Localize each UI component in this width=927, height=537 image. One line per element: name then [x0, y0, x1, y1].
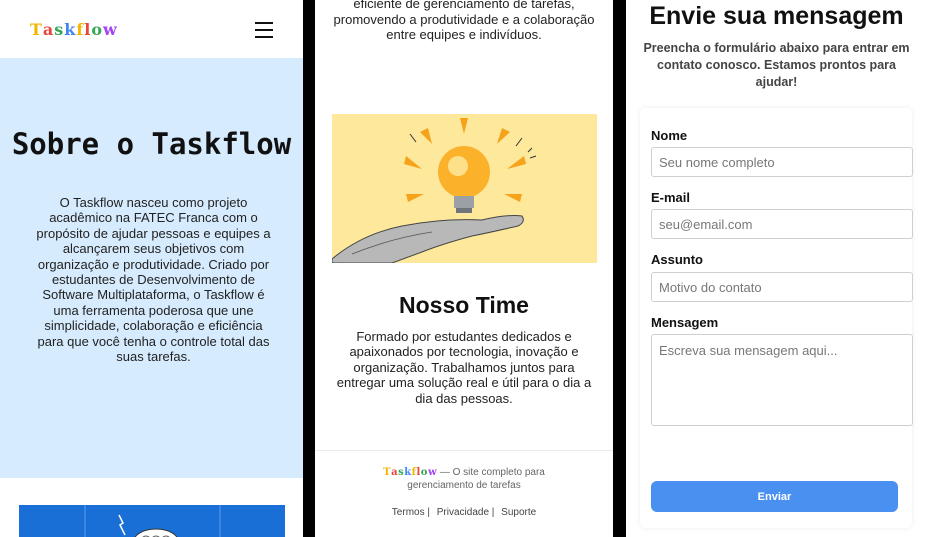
email-label: E-mail: [651, 190, 691, 205]
logo-letter: w: [427, 467, 438, 478]
footer-link-suporte[interactable]: Suporte: [501, 507, 536, 518]
message-textarea[interactable]: [651, 334, 913, 426]
logo-letter: T: [30, 19, 43, 39]
footer-link-termos[interactable]: Termos |: [392, 507, 430, 518]
footer-tagline-text-2: gerenciamento de tarefas: [407, 480, 521, 491]
logo-letter: w: [103, 19, 118, 39]
subject-label: Assunto: [651, 252, 703, 267]
team-title: Nosso Time: [399, 292, 529, 318]
site-footer: Taskflow — O site completo para gerencia…: [315, 450, 613, 537]
logo-letter: T: [383, 467, 392, 478]
contact-title: Envie sua mensagem: [649, 2, 904, 30]
footer-link-privacidade[interactable]: Privacidade |: [437, 507, 495, 518]
message-label: Mensagem: [651, 315, 719, 330]
name-input[interactable]: [651, 147, 913, 177]
logo-letter: a: [391, 467, 399, 478]
taskflow-logo[interactable]: Taskflow: [30, 20, 118, 39]
contact-subtitle: Preencha o formulário abaixo para entrar…: [643, 41, 910, 89]
footer-logo[interactable]: Taskflow: [383, 467, 437, 478]
lightbulb-hand-illustration: [332, 114, 597, 263]
footer-tagline: Taskflow — O site completo para: [315, 467, 613, 478]
logo-letter: k: [404, 467, 412, 478]
contact-form: Nome E-mail Assunto Mensagem Enviar: [640, 108, 913, 528]
team-page-panel: eficiente de gerenciamento de tarefas, p…: [315, 0, 613, 537]
subject-input[interactable]: [651, 272, 913, 302]
contact-page-panel: Envie sua mensagem Preencha o formulário…: [626, 0, 927, 537]
hamburger-menu-icon[interactable]: [255, 22, 273, 38]
email-input[interactable]: [651, 209, 913, 239]
logo-letter: a: [42, 19, 55, 39]
logo-letter: l: [84, 19, 92, 39]
send-button[interactable]: Enviar: [651, 481, 898, 512]
logo-letter: k: [64, 19, 77, 39]
top-navbar: Taskflow: [0, 0, 303, 58]
about-description: O Taskflow nasceu como projeto acadêmico…: [36, 195, 271, 365]
about-page-panel: Taskflow Sobre o Taskflow O Taskflow nas…: [0, 0, 303, 537]
about-title: Sobre o Taskflow: [11, 127, 292, 161]
brain-illustration-image: [19, 505, 285, 537]
logo-letter: f: [76, 19, 85, 39]
footer-tagline-text-1: — O site completo para: [439, 467, 545, 478]
team-description: Formado por estudantes dedicados e apaix…: [336, 329, 592, 406]
logo-letter: s: [54, 19, 65, 39]
logo-letter: o: [420, 467, 428, 478]
mission-text: eficiente de gerenciamento de tarefas, p…: [333, 0, 595, 42]
logo-letter: o: [91, 19, 104, 39]
footer-links: Termos | Privacidade | Suporte: [315, 507, 613, 518]
about-section: Sobre o Taskflow O Taskflow nasceu como …: [0, 58, 303, 478]
name-label: Nome: [651, 128, 688, 143]
